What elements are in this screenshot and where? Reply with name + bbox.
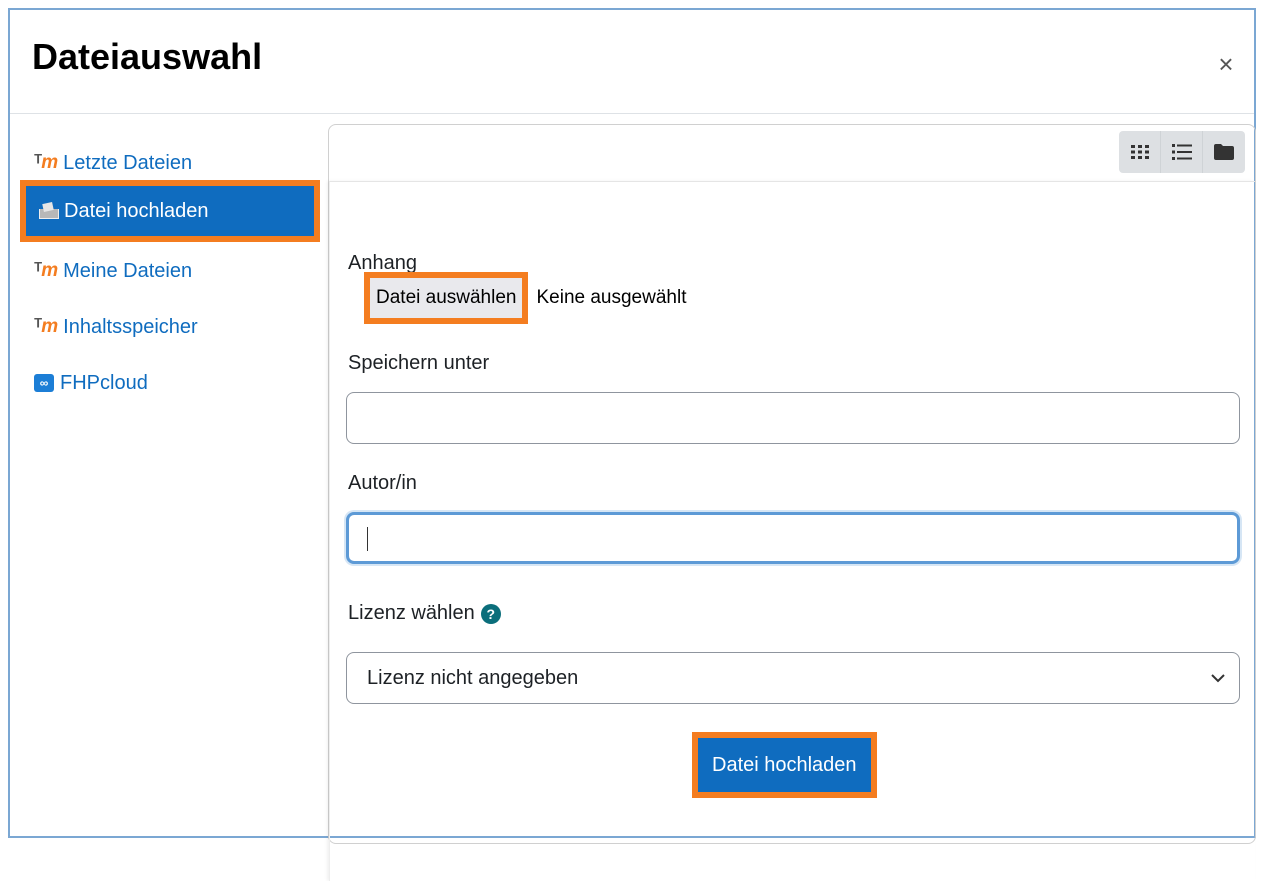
no-file-status: Keine ausgewählt bbox=[536, 287, 687, 308]
upload-form: Anhang Datei auswählen Keine ausgewählt … bbox=[329, 181, 1255, 881]
sidebar-item-fhpcloud[interactable]: ∞ FHPcloud bbox=[34, 368, 148, 398]
license-selected-value: Lizenz nicht angegeben bbox=[367, 666, 579, 689]
license-select[interactable]: Lizenz nicht angegeben bbox=[346, 652, 1240, 704]
grid-view-button[interactable] bbox=[1119, 131, 1161, 173]
sidebar-item-label: Letzte Dateien bbox=[63, 151, 193, 174]
view-switch bbox=[1119, 131, 1245, 173]
file-chooser: Datei auswählen Keine ausgewählt bbox=[364, 272, 686, 324]
author-input[interactable] bbox=[346, 512, 1240, 564]
list-icon bbox=[1171, 144, 1192, 160]
help-icon[interactable]: ? bbox=[480, 603, 501, 624]
sidebar-item-my-files[interactable]: ᵀm Meine Dateien bbox=[34, 256, 192, 286]
dialog-title: Dateiauswahl bbox=[32, 36, 263, 77]
license-label: Lizenz wählen bbox=[348, 602, 475, 624]
moodle-icon: ᵀm bbox=[34, 260, 58, 281]
text-caret bbox=[367, 527, 368, 551]
nextcloud-icon: ∞ bbox=[34, 374, 54, 392]
list-view-button[interactable] bbox=[1161, 131, 1203, 173]
dialog-header: Dateiauswahl × bbox=[10, 10, 1254, 114]
sidebar-item-upload-file[interactable]: Datei hochladen bbox=[20, 180, 320, 242]
save-as-input[interactable] bbox=[346, 392, 1240, 444]
sidebar-item-label: Inhaltsspeicher bbox=[63, 315, 198, 338]
sidebar-item-label: Meine Dateien bbox=[63, 259, 193, 282]
author-label: Autor/in bbox=[348, 472, 417, 494]
grid-icon bbox=[1130, 145, 1149, 159]
save-as-label: Speichern unter bbox=[348, 352, 490, 374]
tree-view-button[interactable] bbox=[1203, 131, 1245, 173]
moodle-icon: ᵀm bbox=[34, 152, 58, 173]
upload-icon bbox=[38, 203, 59, 219]
upload-file-button[interactable]: Datei hochladen bbox=[692, 732, 877, 798]
folder-icon bbox=[1214, 144, 1234, 160]
license-label-row: Lizenz wählen? bbox=[348, 602, 501, 625]
file-picker-dialog: Dateiauswahl × ᵀm Letzte Dateien Datei h… bbox=[8, 8, 1256, 881]
choose-file-button[interactable]: Datei auswählen bbox=[364, 272, 529, 324]
sidebar-item-content-bank[interactable]: ᵀm Inhaltsspeicher bbox=[34, 312, 198, 342]
moodle-icon: ᵀm bbox=[34, 316, 58, 337]
sidebar-item-recent-files[interactable]: ᵀm Letzte Dateien bbox=[34, 148, 192, 178]
sidebar-item-label: Datei hochladen bbox=[64, 199, 209, 222]
content-panel: Anhang Datei auswählen Keine ausgewählt … bbox=[328, 124, 1256, 881]
chevron-down-icon bbox=[1211, 674, 1225, 683]
close-icon[interactable]: × bbox=[1214, 51, 1238, 77]
sidebar-item-label: FHPcloud bbox=[60, 371, 148, 394]
